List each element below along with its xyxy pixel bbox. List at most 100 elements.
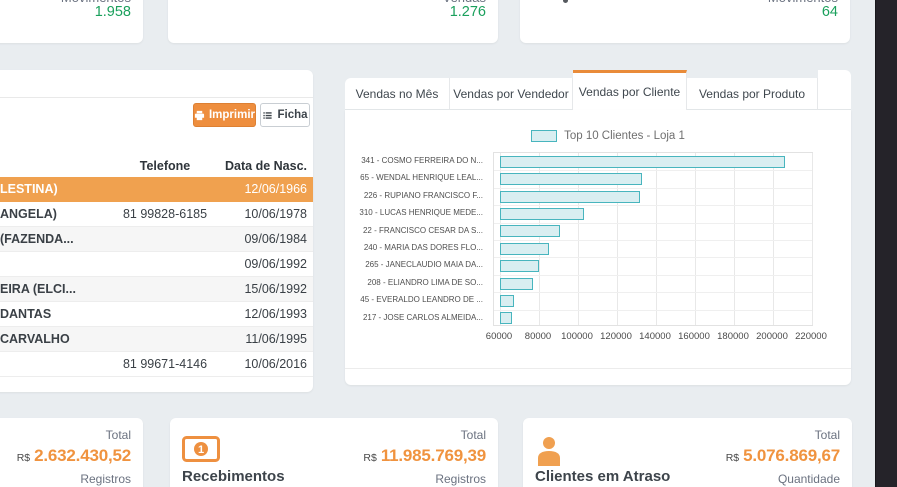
amount: 2.632.430,52 (34, 446, 131, 465)
chart-category-label: 208 - ELIANDRO LIMA DE SO... (345, 274, 488, 291)
legend-swatch (531, 130, 557, 142)
tab-vendas-por-cliente[interactable]: Vendas por Cliente (573, 70, 687, 110)
chart-plot-area (493, 152, 813, 326)
gridline (494, 170, 812, 171)
client-row[interactable]: LESTINA)12/06/1966 (0, 177, 313, 202)
header-birth: Data de Nasc. (210, 159, 310, 173)
summary-card-1: Total R$2.632.430,52 Registros (0, 418, 143, 487)
stat-card-movimentos-1: Movimentos 1.958 (0, 0, 143, 43)
gridline (494, 223, 812, 224)
clients-panel-header (0, 70, 313, 98)
gridline (494, 310, 812, 311)
sub-label: Registros (363, 472, 486, 486)
summary-icon-block (535, 436, 563, 471)
client-name: CARVALHO (0, 332, 120, 346)
client-birthdate: 10/06/2016 (210, 357, 310, 371)
chart-category-label: 22 - FRANCISCO CESAR DA S... (345, 222, 488, 239)
client-row[interactable]: DANTAS12/06/1993 (0, 302, 313, 327)
sales-chart-card: Top 10 Clientes - Loja 1 341 - COSMO FER… (345, 110, 851, 385)
gridline (494, 275, 812, 276)
chart-bar[interactable] (500, 295, 514, 307)
summary-title: Clientes em Atraso (535, 468, 670, 485)
client-name: ANGELA) (0, 207, 120, 221)
chart-category-label: 65 - WENDAL HENRIQUE LEAL... (345, 169, 488, 186)
clients-table: Telefone Data de Nasc. LESTINA)12/06/196… (0, 155, 313, 377)
gridline (494, 205, 812, 206)
sub-label: Quantidade (726, 472, 840, 486)
gridline (734, 153, 735, 325)
chart-bar[interactable] (500, 225, 560, 237)
total-value: R$5.076.869,67 (726, 446, 840, 466)
chart-legend: Top 10 Clientes - Loja 1 (355, 130, 861, 142)
client-name: EIRA (ELCI... (0, 282, 120, 296)
tabs-holder: Vendas no MêsVendas por VendedorVendas p… (345, 70, 818, 110)
tab-vendas-no-m-s[interactable]: Vendas no Mês (345, 78, 450, 110)
banknote-icon: 1 (182, 436, 220, 462)
stat-card-vendas: Vendas 1.276 (168, 0, 498, 43)
list-icon (262, 110, 273, 121)
clients-table-body: LESTINA)12/06/1966ANGELA)81 99828-618510… (0, 177, 313, 377)
client-birthdate: 12/06/1993 (210, 307, 310, 321)
client-row[interactable]: 81 99671-414610/06/2016 (0, 352, 313, 377)
print-button[interactable]: Imprimir (193, 103, 256, 127)
chart-bar[interactable] (500, 208, 584, 220)
client-phone: 81 99671-4146 (120, 357, 210, 371)
total-value: R$2.632.430,52 (17, 446, 131, 466)
tab-vendas-por-vendedor[interactable]: Vendas por Vendedor (450, 78, 573, 110)
client-row[interactable]: 09/06/1992 (0, 252, 313, 277)
chart-category-label: 226 - RUPIANO FRANCISCO F... (345, 187, 488, 204)
client-name: (FAZENDA... (0, 232, 120, 246)
clients-panel: Imprimir Ficha Telefone Data de Nasc. LE… (0, 70, 313, 392)
client-row[interactable]: ANGELA)81 99828-618510/06/1978 (0, 202, 313, 227)
x-tick-label: 80000 (525, 331, 551, 342)
chart-bar[interactable] (500, 278, 533, 290)
gridline (494, 240, 812, 241)
x-tick-label: 200000 (756, 331, 788, 342)
chart-category-label: 240 - MARIA DAS DORES FLO... (345, 239, 488, 256)
gridline (656, 153, 657, 325)
x-tick-label: 120000 (600, 331, 632, 342)
chart-bar[interactable] (500, 173, 642, 185)
client-birthdate: 09/06/1984 (210, 232, 310, 246)
x-tick-label: 160000 (678, 331, 710, 342)
x-tick-label: 220000 (795, 331, 827, 342)
summary-right-block: Total R$5.076.869,67 Quantidade (726, 428, 840, 486)
total-label: Total (363, 428, 486, 443)
chart-category-label: 217 - JOSE CARLOS ALMEIDA... (345, 309, 488, 326)
stat-value: 64 (822, 4, 838, 20)
chart-bar[interactable] (500, 243, 549, 255)
sales-panel: Vendas no MêsVendas por VendedorVendas p… (345, 70, 851, 385)
x-tick-label: 140000 (639, 331, 671, 342)
currency-label: R$ (363, 452, 376, 464)
legend-label: Top 10 Clientes - Loja 1 (564, 130, 685, 142)
total-label: Total (726, 428, 840, 443)
ficha-button[interactable]: Ficha (260, 103, 310, 127)
chart-bar[interactable] (500, 156, 785, 168)
dashboard-viewport: Movimentos 1.958 Vendas 1.276 Movimentos… (0, 0, 897, 487)
gridline (494, 188, 812, 189)
chart-bar[interactable] (500, 260, 539, 272)
summary-right-block: Total R$11.985.769,39 Registros (363, 428, 486, 486)
gridline (494, 257, 812, 258)
chart-bar[interactable] (500, 191, 640, 203)
gridline (494, 292, 812, 293)
x-tick-label: 100000 (561, 331, 593, 342)
clipped-icon (563, 0, 568, 3)
svg-text:1: 1 (198, 444, 204, 456)
total-value: R$11.985.769,39 (363, 446, 486, 466)
client-row[interactable]: (FAZENDA... 09/06/1984 (0, 227, 313, 252)
summary-icon-block: 1 (182, 436, 220, 467)
summary-title: Recebimentos (182, 468, 285, 485)
tab-strip: Vendas no MêsVendas por VendedorVendas p… (345, 70, 851, 110)
tab-vendas-por-produto[interactable]: Vendas por Produto (687, 78, 818, 110)
client-row[interactable]: EIRA (ELCI...15/06/1992 (0, 277, 313, 302)
printer-icon (194, 110, 205, 121)
client-birthdate: 10/06/1978 (210, 207, 310, 221)
ficha-button-label: Ficha (277, 109, 307, 121)
summary-right-block: Total R$2.632.430,52 Registros (17, 428, 131, 486)
chart-bar[interactable] (500, 312, 512, 324)
client-row[interactable]: CARVALHO11/06/1995 (0, 327, 313, 352)
sub-label: Registros (17, 472, 131, 486)
stat-value: 1.276 (450, 4, 486, 20)
header-phone: Telefone (120, 159, 210, 173)
